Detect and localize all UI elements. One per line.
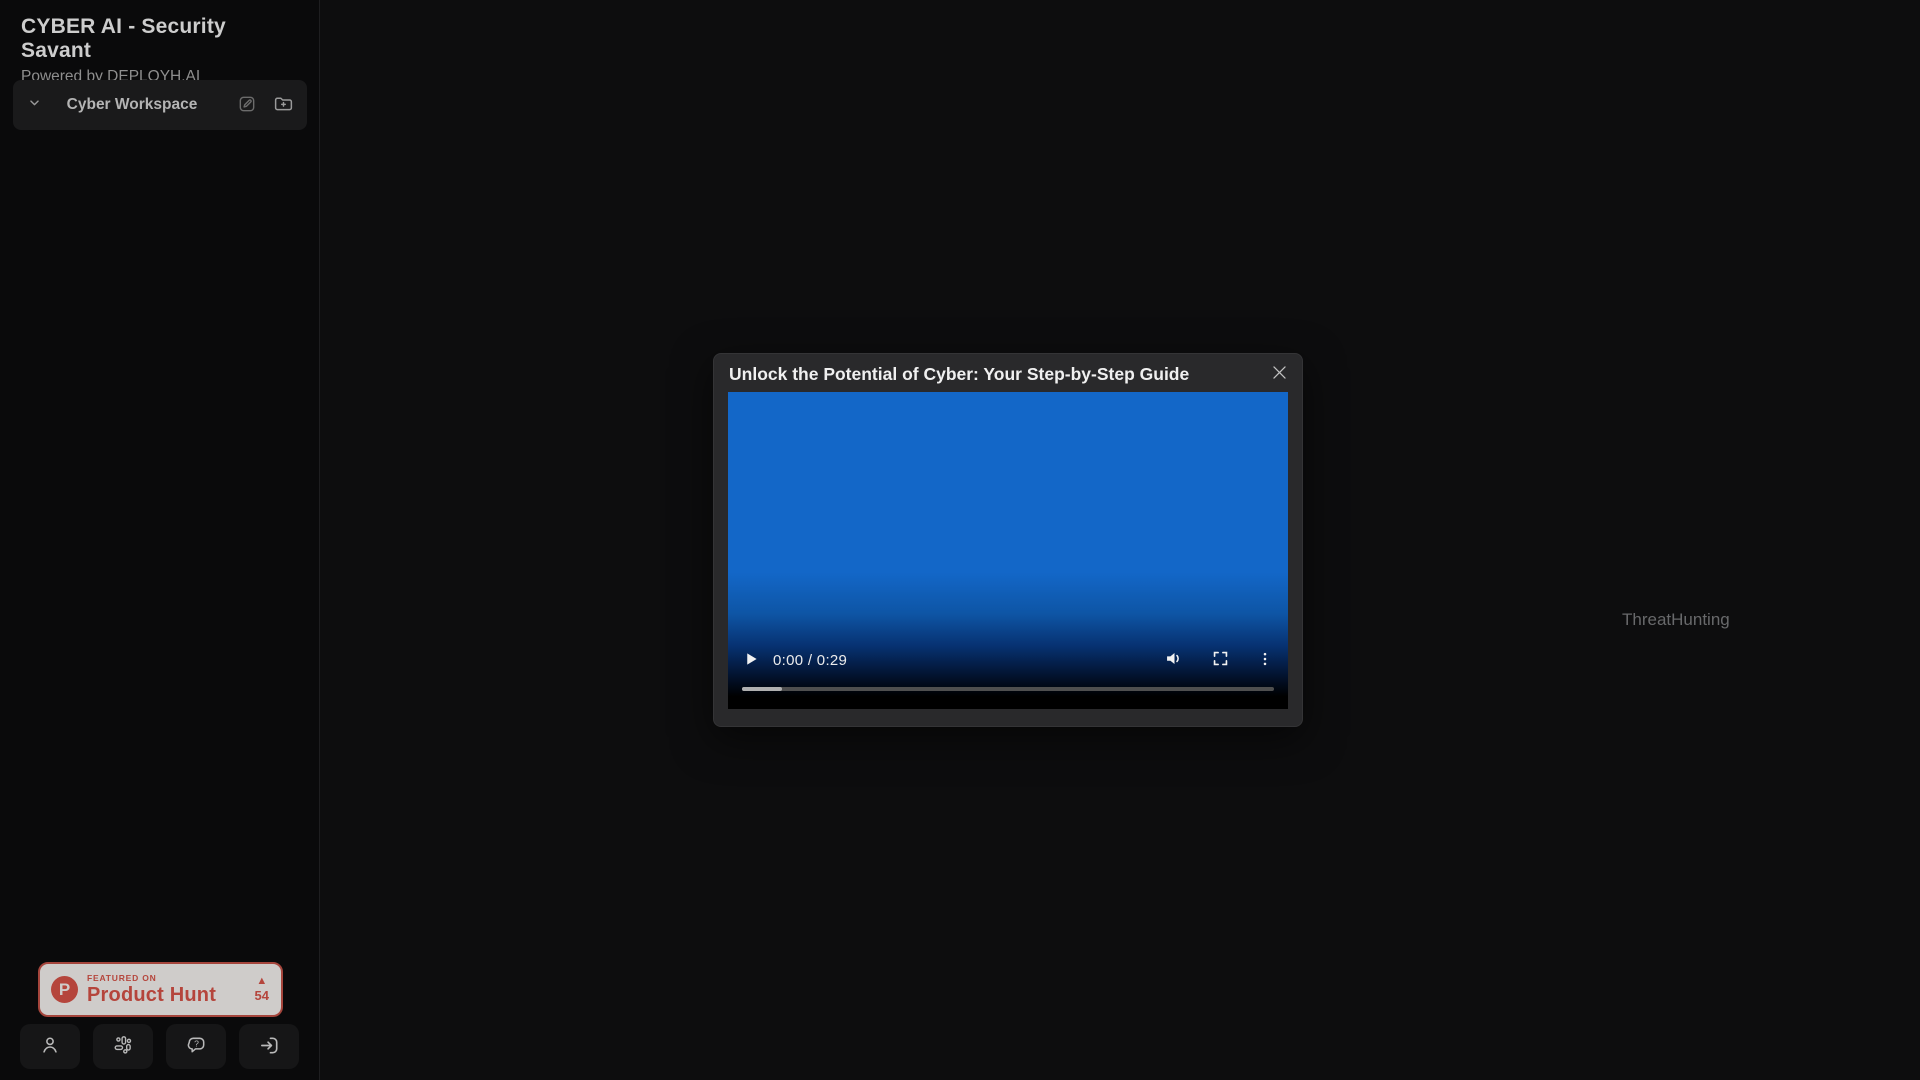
- app-title: CYBER AI - Security Savant: [21, 15, 298, 63]
- video-seek-bar[interactable]: [742, 687, 1274, 691]
- sign-in-button[interactable]: [239, 1024, 299, 1069]
- upvote-count: 54: [255, 989, 269, 1003]
- chevron-down-icon: [26, 94, 43, 116]
- modal-title: Unlock the Potential of Cyber: Your Step…: [729, 364, 1189, 385]
- workspace-selector[interactable]: Cyber Workspace: [13, 80, 307, 130]
- mute-button[interactable]: [1164, 648, 1185, 672]
- edit-workspace-button[interactable]: [237, 94, 257, 117]
- featured-on-label: FEATURED ON: [87, 974, 216, 983]
- sidebar-header: CYBER AI - Security Savant Powered by DE…: [0, 0, 319, 86]
- kebab-menu-icon: [1256, 650, 1274, 671]
- question-mark-glyph: ?: [194, 1038, 199, 1048]
- user-icon: [39, 1034, 61, 1059]
- workspace-label: Cyber Workspace: [43, 96, 221, 114]
- video-time-display: 0:00 / 0:29: [773, 652, 847, 669]
- close-icon: [1270, 363, 1289, 385]
- upvote-counter: ▲ 54: [255, 975, 269, 1003]
- integrations-icon: [112, 1034, 134, 1059]
- video-buffered-segment: [742, 687, 782, 691]
- video-controls-bar: 0:00 / 0:29: [728, 647, 1288, 673]
- product-hunt-badge[interactable]: P FEATURED ON Product Hunt ▲ 54: [38, 962, 283, 1017]
- upvote-triangle-icon: ▲: [255, 975, 269, 987]
- edit-pencil-icon: [237, 94, 257, 117]
- play-button[interactable]: [742, 650, 760, 671]
- fullscreen-button[interactable]: [1211, 649, 1230, 671]
- new-folder-button[interactable]: [273, 93, 294, 117]
- volume-icon: [1164, 648, 1185, 672]
- tutorial-video-player[interactable]: 0:00 / 0:29: [728, 392, 1288, 709]
- sidebar: CYBER AI - Security Savant Powered by DE…: [0, 0, 320, 1080]
- onboarding-video-modal: Unlock the Potential of Cyber: Your Step…: [713, 353, 1303, 727]
- product-hunt-text: FEATURED ON Product Hunt: [87, 974, 216, 1005]
- more-options-button[interactable]: [1256, 650, 1274, 671]
- help-button[interactable]: ?: [166, 1024, 226, 1069]
- controls-right-group: [1164, 648, 1274, 672]
- folder-plus-icon: [273, 93, 294, 117]
- threat-hunting-node-label: ThreatHunting: [1622, 610, 1730, 630]
- integrations-button[interactable]: [93, 1024, 153, 1069]
- modal-close-button[interactable]: [1264, 359, 1294, 389]
- sign-in-arrow-icon: [258, 1034, 281, 1060]
- product-hunt-name: Product Hunt: [87, 985, 216, 1005]
- profile-button[interactable]: [20, 1024, 80, 1069]
- sidebar-footer-icons: ?: [20, 1024, 299, 1069]
- play-icon: [742, 650, 760, 671]
- product-hunt-logo: P: [51, 976, 78, 1003]
- fullscreen-icon: [1211, 649, 1230, 671]
- help-chat-icon: ?: [185, 1034, 208, 1060]
